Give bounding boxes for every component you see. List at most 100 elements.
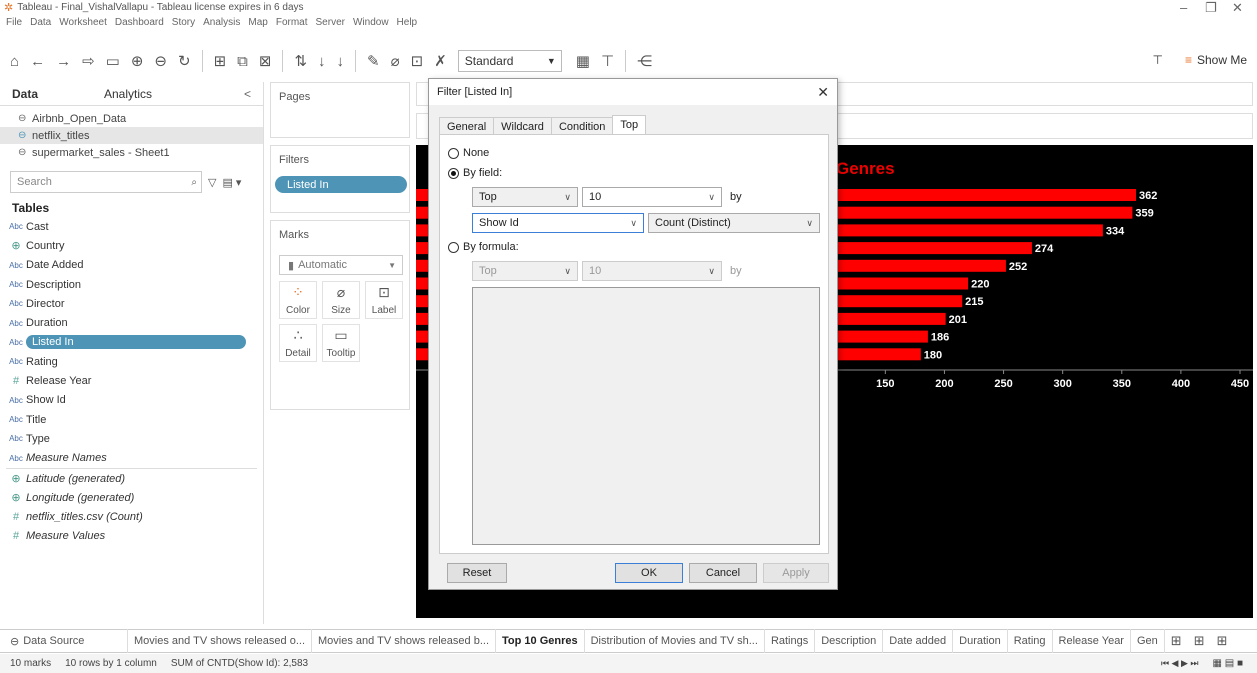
menu-item-data[interactable]: Data xyxy=(30,17,51,28)
field-item[interactable]: ⊕ Country xyxy=(0,236,263,255)
field-item[interactable]: Abc Director xyxy=(0,294,263,313)
datasource-item-selected[interactable]: ⊖ netflix_titles xyxy=(0,127,263,144)
view-toggle-icon[interactable]: ▦ ▤ ■ xyxy=(1213,658,1244,669)
tab-analytics[interactable]: Analytics xyxy=(104,87,152,101)
filters-shelf[interactable]: Filters Listed In xyxy=(270,145,410,213)
aggregation-select[interactable]: Count (Distinct) ∨ xyxy=(648,213,820,233)
refresh-icon[interactable]: ↻ xyxy=(178,52,191,70)
radio-none[interactable]: None xyxy=(448,147,489,159)
color-button[interactable]: ⁘ Color xyxy=(279,281,317,319)
ok-button[interactable]: OK xyxy=(615,563,683,583)
menu-item-analysis[interactable]: Analysis xyxy=(203,17,240,28)
formula-top-select[interactable]: Top ∨ xyxy=(472,261,578,281)
search-icon[interactable]: ⌕ xyxy=(191,177,197,188)
group-icon[interactable]: ⌀ xyxy=(391,52,400,70)
field-item[interactable]: Abc Description xyxy=(0,275,263,294)
reset-button[interactable]: Reset xyxy=(447,563,507,583)
fit-select[interactable]: Standard ▼ xyxy=(457,50,562,72)
menu-item-story[interactable]: Story xyxy=(172,17,195,28)
menu-item-map[interactable]: Map xyxy=(248,17,267,28)
field-item[interactable]: Abc Listed In xyxy=(0,333,263,352)
data-source-tab[interactable]: ⊖ Data Source xyxy=(0,629,128,653)
share-icon[interactable]: ⋲ xyxy=(637,52,652,70)
duplicate-icon[interactable]: ⧉ xyxy=(237,53,248,70)
undo-icon[interactable]: ← xyxy=(30,53,45,70)
menu-item-format[interactable]: Format xyxy=(276,17,308,28)
new-worksheet-icon[interactable]: ⊞ xyxy=(1171,633,1182,649)
sort-ascending-icon[interactable]: ↓ xyxy=(318,53,326,70)
pages-shelf[interactable]: Pages xyxy=(270,82,410,138)
presentation-icon[interactable]: ⊤ xyxy=(601,52,614,70)
save-icon[interactable]: ▭ xyxy=(106,52,120,70)
sheet-tab[interactable]: Top 10 Genres xyxy=(496,629,585,653)
cancel-button[interactable]: Cancel xyxy=(689,563,757,583)
tab-data[interactable]: Data xyxy=(0,87,104,101)
swap-rows-columns-icon[interactable]: ⇅ xyxy=(294,52,307,70)
search-input[interactable]: Search ⌕ xyxy=(10,171,202,193)
sheet-tab[interactable]: Duration xyxy=(953,629,1008,653)
field-item[interactable]: # netflix_titles.csv (Count) xyxy=(0,507,263,526)
size-button[interactable]: ⌀ Size xyxy=(322,281,360,319)
datasource-item[interactable]: ⊖ supermarket_sales - Sheet1 xyxy=(0,144,263,161)
field-item[interactable]: # Release Year xyxy=(0,371,263,390)
field-item[interactable]: ⊕ Longitude (generated) xyxy=(0,488,263,507)
field-item[interactable]: Abc Cast xyxy=(0,217,263,236)
sheet-tab[interactable]: Movies and TV shows released o... xyxy=(128,629,312,653)
radio-by-formula[interactable]: By formula: xyxy=(448,241,519,253)
sheet-tab[interactable]: Distribution of Movies and TV sh... xyxy=(585,629,765,653)
field-item[interactable]: Abc Rating xyxy=(0,352,263,371)
top-n-input[interactable]: 10 ∨ xyxy=(582,187,722,207)
show-labels-icon[interactable]: ⊡ xyxy=(411,52,424,70)
menu-item-dashboard[interactable]: Dashboard xyxy=(115,17,164,28)
mark-type-select[interactable]: ▮ Automatic ▼ xyxy=(279,255,403,275)
view-options-icon[interactable]: ▤ ▾ xyxy=(222,176,241,189)
pin-icon[interactable]: ⊤ xyxy=(1153,53,1163,67)
field-item[interactable]: ⊕ Latitude (generated) xyxy=(0,469,263,488)
new-worksheet-icon[interactable]: ⊞ xyxy=(214,52,227,70)
show-cards-icon[interactable]: ▦ xyxy=(576,52,590,70)
new-datasource-icon[interactable]: ⊕ xyxy=(131,52,144,70)
clear-sheet-icon[interactable]: ⊠ xyxy=(259,52,272,70)
field-item[interactable]: Abc Date Added xyxy=(0,256,263,275)
field-item[interactable]: Abc Show Id xyxy=(0,391,263,410)
menu-item-worksheet[interactable]: Worksheet xyxy=(59,17,107,28)
menu-item-window[interactable]: Window xyxy=(353,17,389,28)
apply-button[interactable]: Apply xyxy=(763,563,829,583)
filter-pill-listed-in[interactable]: Listed In xyxy=(275,176,407,193)
field-item[interactable]: Abc Measure Names xyxy=(0,449,263,468)
new-dashboard-icon[interactable]: ⊞ xyxy=(1194,633,1205,649)
detail-button[interactable]: ∴ Detail xyxy=(279,324,317,362)
minimize-icon[interactable]: – xyxy=(1180,0,1187,15)
datasource-icon[interactable]: ⊖ xyxy=(154,52,167,70)
sheet-tab[interactable]: Release Year xyxy=(1053,629,1131,653)
radio-by-field[interactable]: By field: xyxy=(448,167,502,179)
show-me-button[interactable]: ⊤ ≡ Show Me xyxy=(1153,53,1248,67)
field-item[interactable]: Abc Duration xyxy=(0,313,263,332)
datasource-item[interactable]: ⊖ Airbnb_Open_Data xyxy=(0,110,263,127)
collapse-pane-icon[interactable]: < xyxy=(244,87,251,101)
sheet-tab[interactable]: Gen xyxy=(1131,629,1165,653)
sort-descending-icon[interactable]: ↓ xyxy=(337,53,345,70)
sheet-tab[interactable]: Ratings xyxy=(765,629,816,653)
sheet-tab[interactable]: Date added xyxy=(883,629,954,653)
field-item[interactable]: # Measure Values xyxy=(0,527,263,546)
menu-item-server[interactable]: Server xyxy=(316,17,345,28)
tab-top[interactable]: Top xyxy=(612,115,647,136)
sheet-nav-icon[interactable]: ⏮ ◀ ▶ ⏭ xyxy=(1161,658,1199,669)
menu-item-file[interactable]: File xyxy=(6,17,22,28)
highlight-icon[interactable]: ✎ xyxy=(367,52,380,70)
tooltip-button[interactable]: ▭ Tooltip xyxy=(322,324,360,362)
sheet-tab[interactable]: Description xyxy=(815,629,884,653)
close-icon[interactable]: ✕ xyxy=(817,84,829,101)
field-select[interactable]: Show Id ∨ xyxy=(472,213,644,233)
top-bottom-select[interactable]: Top ∨ xyxy=(472,187,578,207)
filter-icon[interactable]: ▽ xyxy=(208,176,216,189)
redo-icon[interactable]: → xyxy=(56,53,71,70)
swap-icon[interactable]: ⇨ xyxy=(82,52,95,70)
formula-n-input[interactable]: 10 ∨ xyxy=(582,261,722,281)
label-button[interactable]: ⊡ Label xyxy=(365,281,403,319)
menu-item-help[interactable]: Help xyxy=(397,17,418,28)
formula-editor[interactable] xyxy=(472,287,820,545)
home-icon[interactable]: ⌂ xyxy=(10,53,19,70)
fix-axes-icon[interactable]: ✗ xyxy=(434,52,447,70)
